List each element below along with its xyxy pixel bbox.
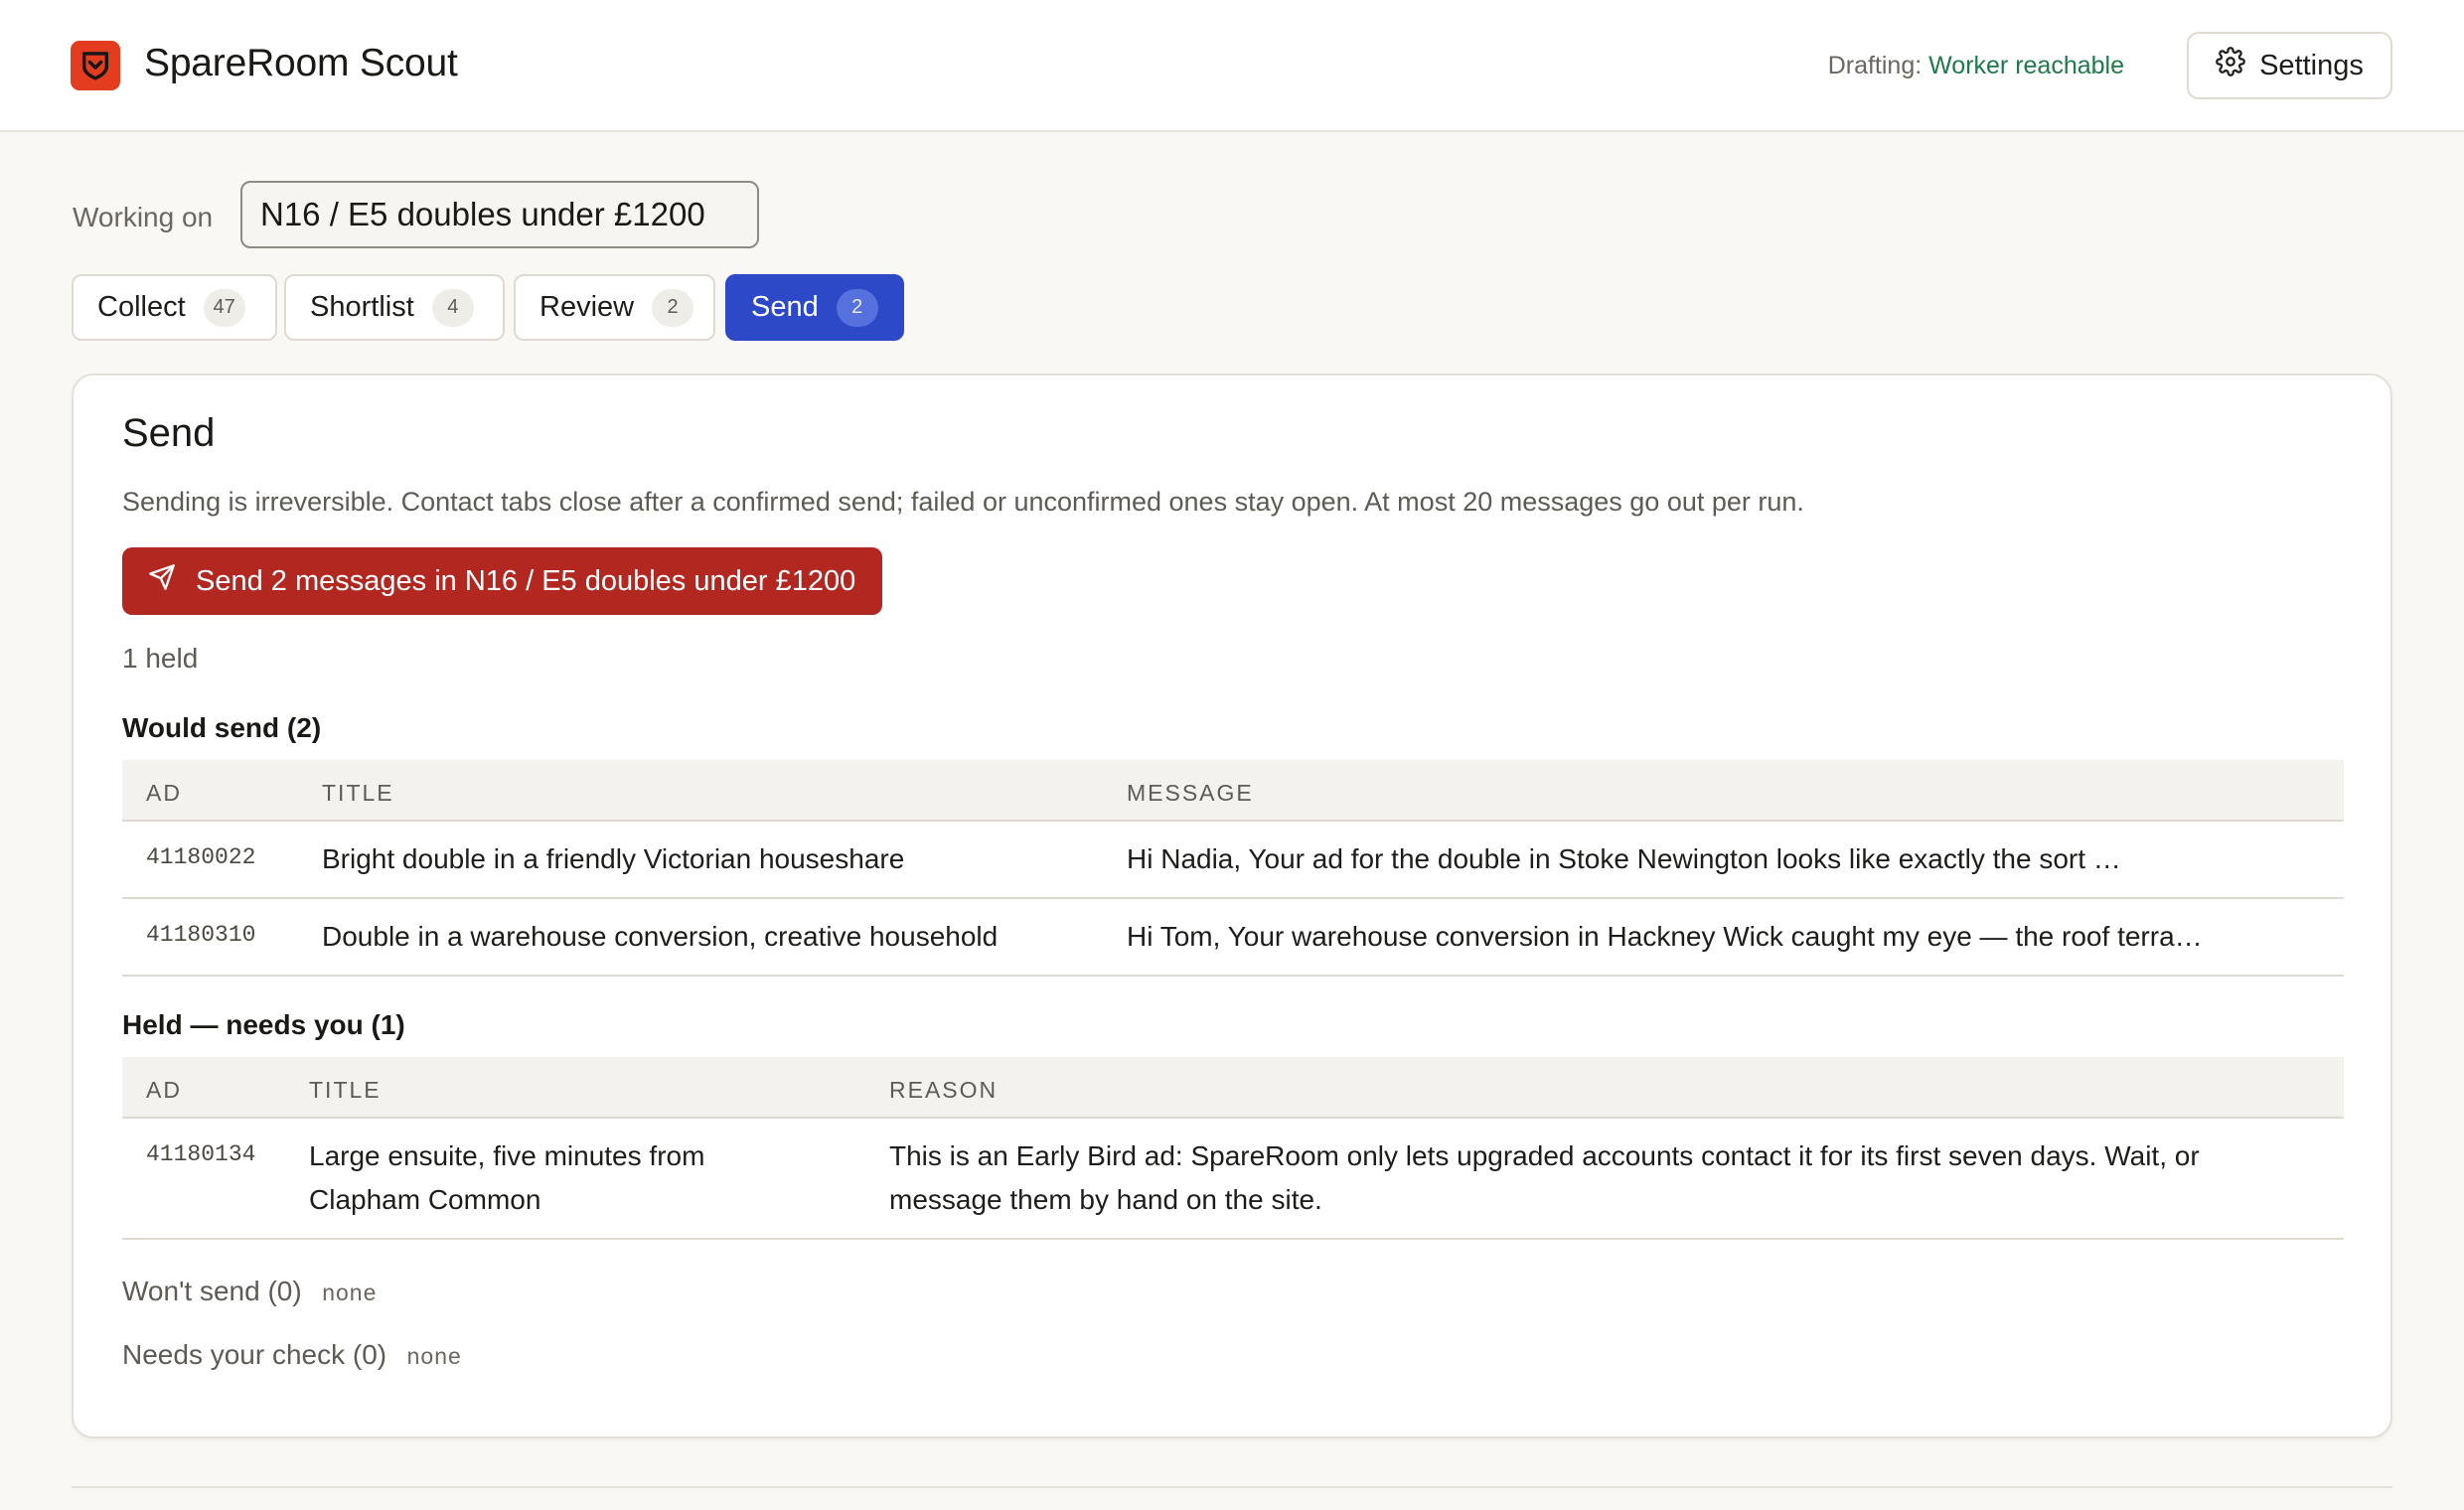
would-send-heading: Would send (2)	[122, 712, 322, 743]
tab-count-badge: 47	[203, 288, 245, 327]
held-heading: Held — needs you (1)	[122, 1009, 405, 1040]
wont-send-section: Won't send (0) none	[122, 1276, 377, 1307]
settings-label: Settings	[2259, 49, 2364, 81]
tab-shortlist[interactable]: Shortlist 4	[284, 274, 505, 341]
ad-title: Large ensuite, five minutes from	[309, 1140, 705, 1171]
tab-label: Review	[539, 291, 635, 323]
column-header-reason: REASON	[889, 1077, 999, 1103]
shield-icon	[71, 41, 120, 90]
send-icon	[148, 563, 176, 599]
tab-collect[interactable]: Collect 47	[72, 274, 277, 341]
tab-count-badge: 2	[652, 288, 694, 327]
send-panel: Send Sending is irreversible. Contact ta…	[72, 374, 2392, 1438]
ad-title: Bright double in a friendly Victorian ho…	[322, 843, 905, 874]
drafting-label: Drafting:	[1827, 52, 1923, 79]
top-bar: SpareRoom Scout Drafting: Worker reachab…	[0, 0, 2464, 132]
project-input[interactable]	[240, 181, 759, 248]
column-header-ad: AD	[146, 1077, 182, 1103]
ad-id: 41180134	[146, 1141, 256, 1167]
held-table: AD TITLE REASON 41180134 Large ensuite, …	[122, 1057, 2344, 1240]
tab-label: Send	[751, 291, 819, 323]
needs-check-label: Needs your check (0)	[122, 1339, 387, 1370]
table-row[interactable]: 41180022 Bright double in a friendly Vic…	[122, 822, 2344, 899]
divider	[72, 1486, 2392, 1488]
drafting-value: Worker reachable	[1928, 52, 2124, 79]
app-title: SpareRoom Scout	[144, 42, 458, 84]
ad-id: 41180310	[146, 922, 256, 948]
ad-title: Double in a warehouse conversion, creati…	[322, 921, 999, 952]
would-send-table: AD TITLE MESSAGE 41180022 Bright double …	[122, 760, 2344, 977]
panel-title: Send	[122, 411, 216, 455]
table-header: AD TITLE MESSAGE	[122, 760, 2344, 822]
panel-description: Sending is irreversible. Contact tabs cl…	[122, 487, 1804, 517]
settings-button[interactable]: Settings	[2187, 32, 2392, 99]
held-summary: 1 held	[122, 643, 199, 674]
send-messages-button[interactable]: Send 2 messages in N16 / E5 doubles unde…	[122, 547, 882, 615]
working-on-label: Working on	[73, 202, 214, 232]
tab-label: Collect	[97, 291, 186, 323]
column-header-message: MESSAGE	[1127, 780, 1254, 806]
tab-review[interactable]: Review 2	[514, 274, 715, 341]
message-preview: Hi Tom, Your warehouse conversion in Hac…	[1127, 921, 2203, 952]
needs-check-section: Needs your check (0) none	[122, 1339, 461, 1371]
drafting-status: Drafting: Worker reachable	[1828, 52, 2124, 80]
hold-reason: This is an Early Bird ad: SpareRoom only…	[889, 1140, 2200, 1171]
ad-title-continued: Clapham Common	[309, 1184, 541, 1215]
tab-label: Shortlist	[310, 291, 414, 323]
wont-send-label: Won't send (0)	[122, 1276, 302, 1306]
table-row[interactable]: 41180310 Double in a warehouse conversio…	[122, 899, 2344, 977]
send-button-label: Send 2 messages in N16 / E5 doubles unde…	[196, 564, 856, 597]
column-header-ad: AD	[146, 780, 182, 806]
tab-count-badge: 2	[836, 288, 878, 327]
table-header: AD TITLE REASON	[122, 1057, 2344, 1119]
tab-send[interactable]: Send 2	[725, 274, 904, 341]
ad-id: 41180022	[146, 844, 256, 870]
column-header-title: TITLE	[309, 1077, 382, 1103]
column-header-title: TITLE	[322, 780, 394, 806]
hold-reason-continued: message them by hand on the site.	[889, 1184, 1322, 1215]
gear-icon	[2216, 47, 2245, 84]
tab-count-badge: 4	[431, 288, 474, 327]
message-preview: Hi Nadia, Your ad for the double in Stok…	[1127, 843, 2121, 874]
wont-send-value: none	[321, 1282, 377, 1307]
table-row[interactable]: 41180134 Large ensuite, five minutes fro…	[122, 1119, 2344, 1240]
needs-check-value: none	[406, 1345, 462, 1371]
